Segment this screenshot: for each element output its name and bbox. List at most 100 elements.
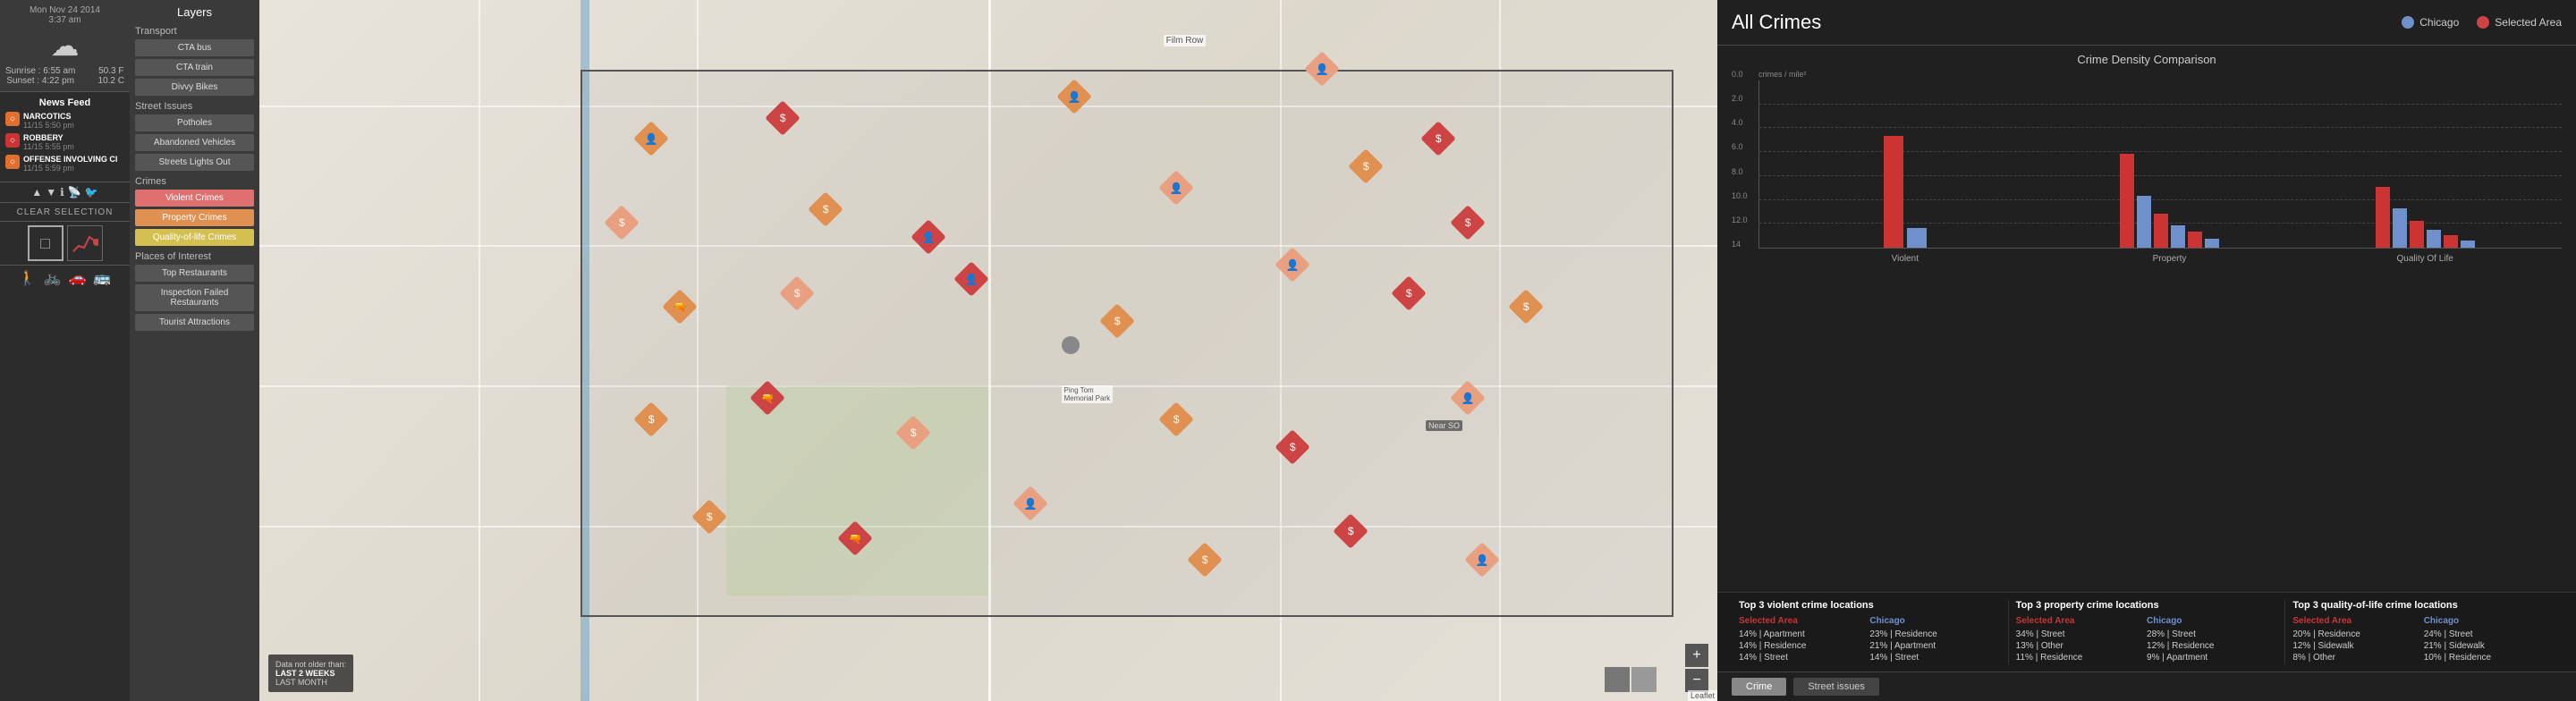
news-feed-title: News Feed [5,97,124,108]
left-panel: Mon Nov 24 2014 3:37 am ☁ Sunrise : 6:55… [0,0,130,701]
qol-sub-header: Selected Area Chicago [2292,616,2555,626]
news-item-2: ⬦ ROBBERY 11/15 5:55 pm [5,133,124,151]
map-area[interactable]: Film Row Ping TomMemorial Park Near SO 👤… [259,0,1717,701]
controls-row: ▲ ▼ ℹ 📡 🐦 [0,182,130,203]
weather-icon: ☁ [5,29,124,63]
property-row-2: 13% | Other 12% | Residence [2016,641,2278,651]
clear-selection-section: CLEAR SELECTION [0,203,130,222]
violent-chi-2: 21% | Apartment [1869,641,2000,651]
news-item-3: ⬦ OFFENSE INVOLVING CI 11/15 5:59 pm [5,155,124,173]
selected-legend-label: Selected Area [2495,16,2562,29]
qol-bar-blue-3 [2461,241,2475,248]
crime-tab[interactable]: Crime [1732,678,1786,696]
triangle-down-btn[interactable]: ▼ [46,186,56,198]
qol-crimes-btn[interactable]: Quality-of-life Crimes [135,229,254,246]
temp-values: 50.3 F 10.2 C [98,66,124,86]
property-sel-3: 11% | Residence [2016,653,2147,663]
divvy-bikes-btn[interactable]: Divvy Bikes [135,79,254,96]
news-icon-1: ⬦ [5,112,20,126]
qol-sel-3: 8% | Other [2292,653,2423,663]
cta-train-btn[interactable]: CTA train [135,59,254,76]
violent-row-3: 14% | Street 14% | Street [1739,653,2001,663]
transport-icons-row: 🚶 🚲 🚗 🚌 [0,265,130,291]
selected-legend: Selected Area [2477,16,2562,29]
tourist-attractions-btn[interactable]: Tourist Attractions [135,314,254,331]
property-chicago-label: Chicago [2147,616,2277,626]
inspection-failed-btn[interactable]: Inspection Failed Restaurants [135,284,254,311]
qol-chi-2: 21% | Sidewalk [2424,641,2555,651]
zoom-in-button[interactable]: + [1685,644,1708,667]
violent-chi-1: 23% | Residence [1869,629,2000,639]
twitter-btn[interactable]: 🐦 [85,186,98,198]
top-restaurants-btn[interactable]: Top Restaurants [135,265,254,282]
weather-time: 3:37 am [5,15,124,25]
selected-legend-dot [2477,16,2489,29]
violent-sub-header: Selected Area Chicago [1739,616,2001,626]
film-row-label: Film Row [1164,35,1207,46]
violent-group: Violent [1768,136,2042,248]
data-info-line3: LAST MONTH [275,678,346,687]
map-data-info: Data not older than: LAST 2 WEEKS LAST M… [268,655,353,692]
zoom-out-button[interactable]: − [1685,669,1708,692]
selection-line-icon[interactable] [67,225,103,261]
property-row-3: 11% | Residence 9% | Apartment [2016,653,2278,663]
property-chi-2: 12% | Residence [2147,641,2277,651]
walk-icon[interactable]: 🚶 [19,269,37,287]
bike-icon[interactable]: 🚲 [44,269,62,287]
selection-box-icon[interactable]: □ [28,225,64,261]
news-text-2: ROBBERY 11/15 5:55 pm [23,133,74,151]
sunrise-label: Sunrise : 6:55 am Sunset : 4:22 pm [5,66,75,86]
qol-bar-blue-1 [2393,208,2407,248]
y-axis: 14 12.0 10.0 8.0 6.0 4.0 2.0 0.0 [1732,70,1758,249]
property-crimes-btn[interactable]: Property Crimes [135,209,254,226]
property-sub-header: Selected Area Chicago [2016,616,2278,626]
qol-label: Quality Of Life [2297,254,2553,264]
property-chi-3: 9% | Apartment [2147,653,2277,663]
property-label: Property [2042,254,2298,264]
bottom-stats: Top 3 violent crime locations Selected A… [1717,592,2576,671]
violent-sel-2: 14% | Residence [1739,641,1869,651]
y-axis-title: crimes / mile² [1758,70,2562,79]
stats-header: All Crimes Chicago Selected Area [1717,0,2576,46]
chart-title: Crime Density Comparison [1732,53,2562,66]
near-so-label: Near SO [1426,420,1462,431]
violent-chicago-label: Chicago [1869,616,2000,626]
map-type-toggle [1605,667,1657,692]
y-label-0: 14 [1732,240,1755,249]
streets-lights-btn[interactable]: Streets Lights Out [135,154,254,171]
news-text-1: NARCOTICS 11/15 5:50 pm [23,112,74,130]
map-type-btn-2[interactable] [1631,667,1657,692]
stats-panel: All Crimes Chicago Selected Area Crime D… [1717,0,2576,701]
qol-selected-label: Selected Area [2292,616,2423,626]
bus-icon[interactable]: 🚌 [93,269,111,287]
property-bar-red-2 [2154,214,2168,248]
street-issues-tab[interactable]: Street issues [1793,678,1879,696]
street-issues-label: Street Issues [135,101,254,112]
map-type-btn-1[interactable] [1605,667,1630,692]
data-info-line2: LAST 2 WEEKS [275,669,346,678]
weather-date: Mon Nov 24 2014 [5,5,124,15]
cta-bus-btn[interactable]: CTA bus [135,39,254,56]
car-icon[interactable]: 🚗 [69,269,87,287]
info-btn[interactable]: ℹ [60,186,64,198]
y-label-1: 12.0 [1732,215,1755,224]
qol-sel-2: 12% | Sidewalk [2292,641,2423,651]
potholes-btn[interactable]: Potholes [135,114,254,131]
violent-crimes-btn[interactable]: Violent Crimes [135,190,254,207]
location-dot [1062,336,1080,354]
qol-col-title: Top 3 quality-of-life crime locations [2292,600,2555,611]
chicago-legend-dot [2402,16,2414,29]
y-label-3: 8.0 [1732,167,1755,176]
qol-chi-3: 10% | Residence [2424,653,2555,663]
abandoned-vehicles-btn[interactable]: Abandoned Vehicles [135,134,254,151]
grid-5 [1759,127,2562,128]
violent-sel-1: 14% | Apartment [1739,629,1869,639]
clear-selection-button[interactable]: CLEAR SELECTION [17,207,114,217]
rss-btn[interactable]: 📡 [68,186,81,198]
ping-tom-label: Ping TomMemorial Park [1062,385,1114,403]
triangle-up-btn[interactable]: ▲ [31,186,42,198]
qol-chi-1: 24% | Street [2424,629,2555,639]
property-sel-2: 13% | Other [2016,641,2147,651]
leaflet-attribution: Leaflet [1688,690,1717,701]
y-label-7: 0.0 [1732,70,1755,79]
